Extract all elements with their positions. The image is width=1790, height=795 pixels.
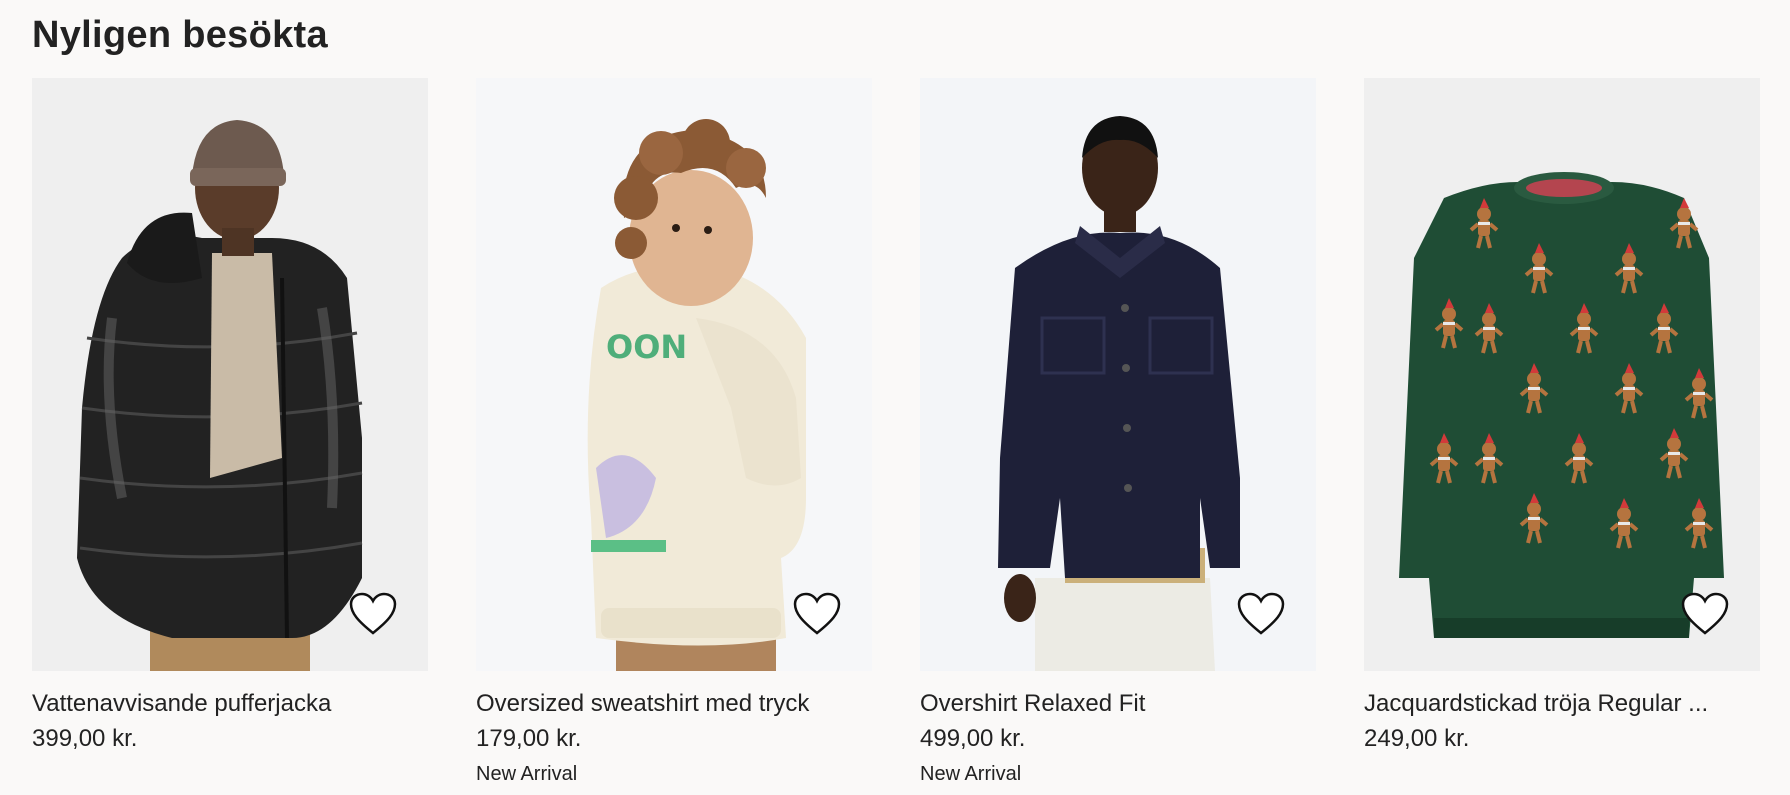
product-image[interactable] (920, 78, 1316, 671)
green-gingerbread-sweater-image (1364, 78, 1760, 671)
product-price: 179,00 kr. (476, 725, 582, 752)
product-image[interactable]: OON (476, 78, 872, 671)
kids-cream-sweatshirt-image: OON (476, 78, 872, 671)
product-card[interactable]: OON Oversized sweatshirt med tryck 179,0… (476, 78, 872, 786)
heart-outline-icon (1681, 592, 1729, 635)
product-card[interactable]: Vattenavvisande pufferjacka 399,00 kr. (32, 78, 428, 786)
product-card[interactable]: Jacquardstickad tröja Regular ... 249,00… (1364, 78, 1760, 786)
product-grid: Vattenavvisande pufferjacka 399,00 kr. O… (32, 78, 1760, 786)
product-price: 249,00 kr. (1364, 725, 1470, 752)
product-tag: New Arrival (920, 763, 1022, 785)
product-image[interactable] (1364, 78, 1760, 671)
favorite-button[interactable] (1236, 591, 1286, 637)
product-price: 499,00 kr. (920, 725, 1026, 752)
favorite-button[interactable] (792, 591, 842, 637)
product-name[interactable]: Overshirt Relaxed Fit (920, 689, 1316, 719)
product-card[interactable]: Overshirt Relaxed Fit 499,00 kr. New Arr… (920, 78, 1316, 786)
navy-overshirt-image (920, 78, 1316, 671)
product-name[interactable]: Oversized sweatshirt med tryck (476, 689, 872, 719)
black-puffer-jacket-image (32, 78, 428, 671)
recently-viewed-section: Nyligen besökta Vattenavvisande pufferja… (0, 0, 1790, 795)
favorite-button[interactable] (1680, 591, 1730, 637)
product-tag: New Arrival (476, 763, 578, 785)
section-title: Nyligen besökta (32, 14, 328, 56)
heart-outline-icon (793, 592, 841, 635)
heart-outline-icon (1237, 592, 1285, 635)
product-name[interactable]: Jacquardstickad tröja Regular ... (1364, 689, 1760, 719)
product-image[interactable] (32, 78, 428, 671)
product-name[interactable]: Vattenavvisande pufferjacka (32, 689, 428, 719)
product-price: 399,00 kr. (32, 725, 138, 752)
svg-text:OON: OON (606, 328, 687, 366)
favorite-button[interactable] (348, 591, 398, 637)
heart-outline-icon (349, 592, 397, 635)
